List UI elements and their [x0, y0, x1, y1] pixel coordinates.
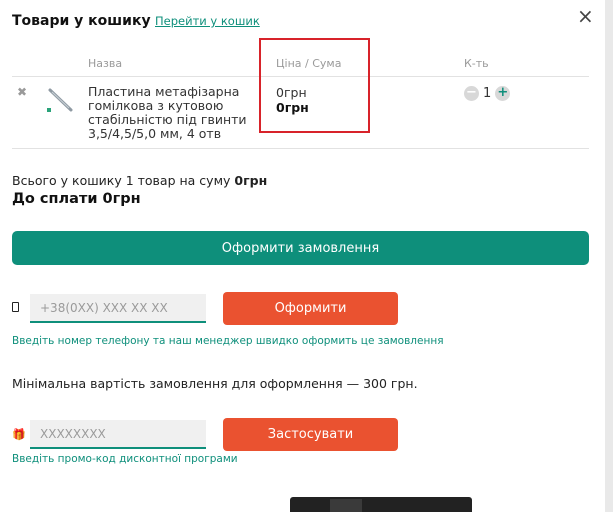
close-icon[interactable]: × — [577, 4, 594, 28]
increase-quantity-button[interactable]: + — [495, 86, 511, 101]
cart-modal: Товари у кошику Перейти у кошик × Назва … — [0, 0, 605, 512]
product-thumbnail — [45, 84, 77, 116]
total-prefix: Всього у кошику 1 товар на суму — [12, 173, 231, 188]
cart-total-line: Всього у кошику 1 товар на суму 0грн — [12, 173, 267, 188]
page-scrollbar[interactable] — [605, 0, 613, 512]
quantity-value: 1 — [483, 86, 492, 101]
phone-icon — [12, 302, 19, 312]
modal-title: Товари у кошику — [12, 13, 151, 29]
checkout-button[interactable]: Оформити замовлення — [12, 231, 589, 265]
product-name-link[interactable]: Пластина метафізарна гомілкова з кутовою… — [88, 85, 258, 141]
bottom-floating-bar — [290, 497, 472, 512]
apply-promo-button[interactable]: Застосувати — [223, 418, 398, 451]
table-bottom-divider — [12, 148, 589, 149]
phone-input[interactable]: +38(0XX) XXX XX XX — [30, 294, 206, 323]
bottom-bar-segment — [330, 499, 362, 512]
column-header-name: Назва — [88, 57, 123, 70]
total-value: 0грн — [234, 173, 268, 188]
quantity-stepper: − 1 + — [464, 86, 511, 101]
column-header-quantity: К-ть — [464, 57, 489, 70]
decrease-quantity-button[interactable]: − — [464, 86, 479, 101]
price-highlight-box — [259, 38, 370, 133]
promo-code-input[interactable]: XXXXXXXX — [30, 420, 206, 449]
phone-hint: Введіть номер телефону та наш менеджер ш… — [12, 335, 444, 347]
amount-to-pay: До сплати 0грн — [12, 191, 141, 207]
quick-order-button[interactable]: Оформити — [223, 292, 398, 325]
gift-icon: 🎁 — [12, 428, 26, 441]
promo-hint: Введіть промо-код дисконтної програми — [12, 453, 238, 465]
minimum-order-text: Мінімальна вартість замовлення для оформ… — [12, 376, 418, 391]
remove-item-icon[interactable]: ✖ — [17, 85, 27, 99]
go-to-cart-link[interactable]: Перейти у кошик — [155, 14, 260, 28]
